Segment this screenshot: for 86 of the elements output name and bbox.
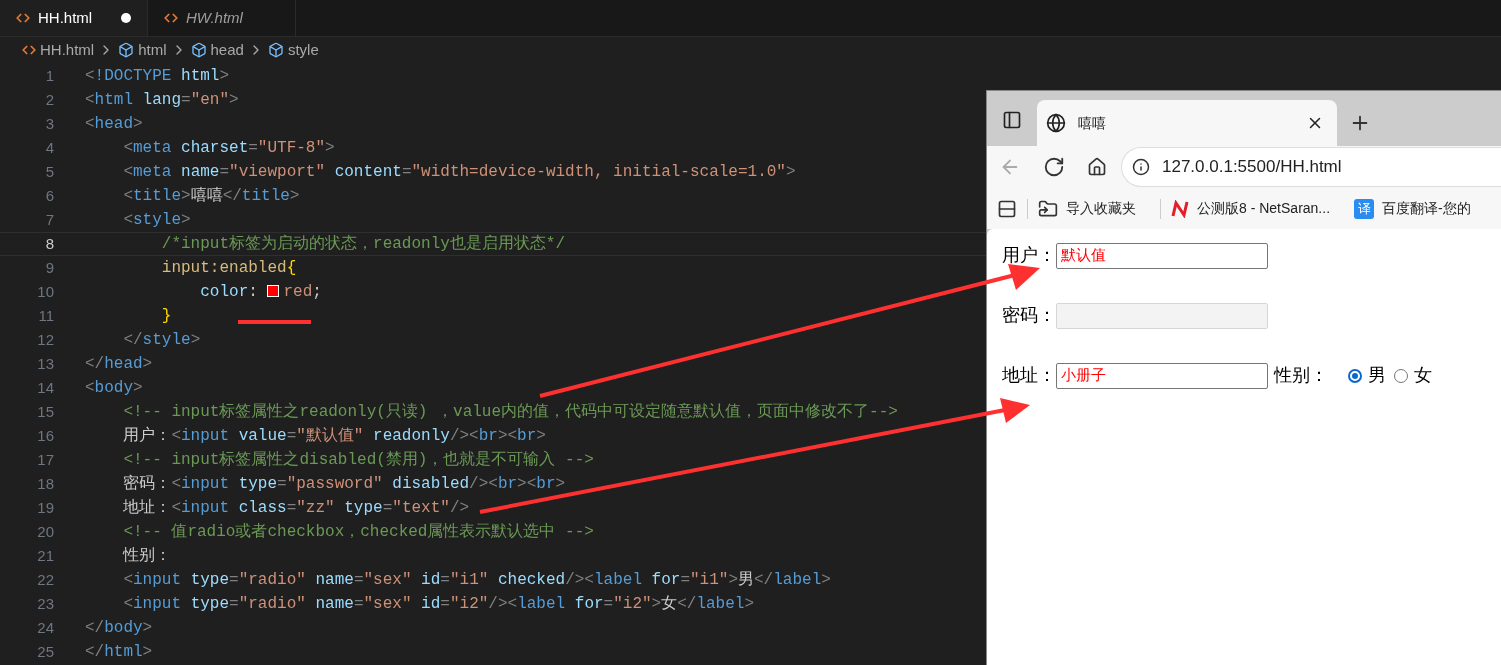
breadcrumb-item[interactable]: head xyxy=(210,38,244,62)
code-line: <input type="radio" name="sex" id="i2"/><label for="i2">女</label> xyxy=(122,594,755,615)
code-line: 用户：<input value="默认值" readonly/><br><br> xyxy=(122,425,546,447)
address-bar[interactable]: 127.0.0.1:5500/HH.html xyxy=(1121,147,1501,187)
code-line: } xyxy=(160,306,172,327)
code-line: 性别： xyxy=(121,546,172,567)
code-line: <input type="radio" name="sex" id="i1" checked/><label for="i1">男</label> xyxy=(122,570,831,591)
breadcrumb-item[interactable]: html xyxy=(138,38,167,62)
line-number: 21 xyxy=(36,545,54,566)
code-line: <head> xyxy=(85,114,143,135)
code-line: <title>嘻嘻</title> xyxy=(122,186,300,207)
line-number: 16 xyxy=(36,425,54,446)
radio-button[interactable] xyxy=(1348,368,1362,383)
line-number: 6 xyxy=(44,185,54,206)
editor-tab[interactable]: HH.html xyxy=(0,0,148,36)
html-file-icon xyxy=(16,11,30,25)
line-number: 22 xyxy=(36,569,54,590)
line-number: 18 xyxy=(36,473,54,494)
line-number: 8 xyxy=(44,233,54,254)
line-number: 7 xyxy=(44,209,54,230)
radio-label[interactable]: 男 xyxy=(1368,362,1386,389)
code-line: 密码：<input type="password" disabled/><br><br> xyxy=(122,473,566,495)
code-line: <!-- input标签属性之readonly(只读) ，value内的值，代码中可设定随意默认值，页面中修改不了--> xyxy=(122,401,898,423)
line-number: 12 xyxy=(36,329,54,350)
code-line: <!DOCTYPE html> xyxy=(85,66,230,87)
line-number: 24 xyxy=(36,617,54,638)
code-line: 地址：<input class="zz" type="text"/> xyxy=(122,498,470,519)
reload-icon[interactable] xyxy=(1043,156,1065,178)
field-label: 地址： xyxy=(1002,364,1056,387)
bookmark[interactable]: 导入收藏夹 xyxy=(1038,198,1136,219)
bookmark[interactable]: 公测版8 - NetSaran... xyxy=(1171,198,1331,219)
tab-title: 嘻嘻 xyxy=(1078,113,1106,133)
url-text: 127.0.0.1:5500/HH.html xyxy=(1162,156,1342,179)
line-number: 20 xyxy=(36,521,54,542)
field-label: 用户： xyxy=(1002,244,1056,267)
code-line: <meta charset="UTF-8"> xyxy=(122,138,335,159)
translate-icon: 译 xyxy=(1354,198,1375,219)
input-field[interactable]: 小册子 xyxy=(1056,362,1268,389)
line-number: 9 xyxy=(44,257,54,278)
code-line: <body> xyxy=(85,378,143,399)
breadcrumb-item[interactable]: style xyxy=(287,38,319,62)
input-field[interactable]: 默认值 xyxy=(1056,242,1268,269)
code-line: <!-- input标签属性之disabled(禁用)，也就是不可输入 --> xyxy=(122,449,594,471)
code-line: </head> xyxy=(85,354,153,375)
breadcrumb-item[interactable]: HH.html xyxy=(40,38,95,62)
code-line: <html lang="en"> xyxy=(85,90,239,111)
line-number: 19 xyxy=(36,497,54,518)
line-number: 10 xyxy=(36,281,54,302)
line-number: 17 xyxy=(36,449,54,470)
code-line: </html> xyxy=(85,642,153,663)
globe-icon xyxy=(1046,113,1066,133)
code-line: </style> xyxy=(122,330,201,351)
radio-label[interactable]: 女 xyxy=(1414,362,1432,389)
html-file-icon xyxy=(22,43,36,57)
line-number: 1 xyxy=(44,65,54,86)
line-number: 25 xyxy=(36,641,54,662)
cube-icon xyxy=(190,42,207,58)
sidebar-icon[interactable] xyxy=(1002,110,1022,130)
code-line: /*input标签为启动的状态，readonly也是启用状态*/ xyxy=(160,233,566,255)
line-number: 13 xyxy=(36,353,54,374)
line-number: 5 xyxy=(44,161,54,182)
swoosh-icon xyxy=(1171,199,1189,218)
cube-icon xyxy=(118,42,135,58)
line-number: 15 xyxy=(36,401,54,422)
cube-icon xyxy=(267,42,284,58)
folder-icon xyxy=(1038,198,1058,219)
code-line: <!-- 值radio或者checkbox，checked属性表示默认选中 --> xyxy=(122,522,594,543)
code-line: </body> xyxy=(85,618,153,639)
code-line: <meta name="viewport" content="width=device-width, initial-scale=1.0"> xyxy=(122,162,796,183)
line-number: 14 xyxy=(36,377,54,398)
browser-tab[interactable]: 嘻嘻 xyxy=(1037,100,1337,146)
info-icon[interactable] xyxy=(1132,158,1150,176)
line-number: 2 xyxy=(44,89,54,110)
collections-icon[interactable] xyxy=(997,198,1017,219)
code-line: color: red; xyxy=(199,282,322,303)
code-line: <style> xyxy=(122,210,191,231)
field-label: 性别： xyxy=(1274,364,1328,387)
line-number: 11 xyxy=(37,305,54,326)
line-number: 4 xyxy=(44,137,54,158)
bookmark[interactable]: 译 百度翻译-您的 xyxy=(1354,198,1471,219)
html-file-icon xyxy=(164,11,178,25)
line-number: 3 xyxy=(44,113,54,134)
line-number: 23 xyxy=(36,593,54,614)
home-icon[interactable] xyxy=(1087,157,1107,177)
code-line: input:enabled{ xyxy=(160,258,297,279)
field-label: 密码： xyxy=(1002,304,1056,327)
